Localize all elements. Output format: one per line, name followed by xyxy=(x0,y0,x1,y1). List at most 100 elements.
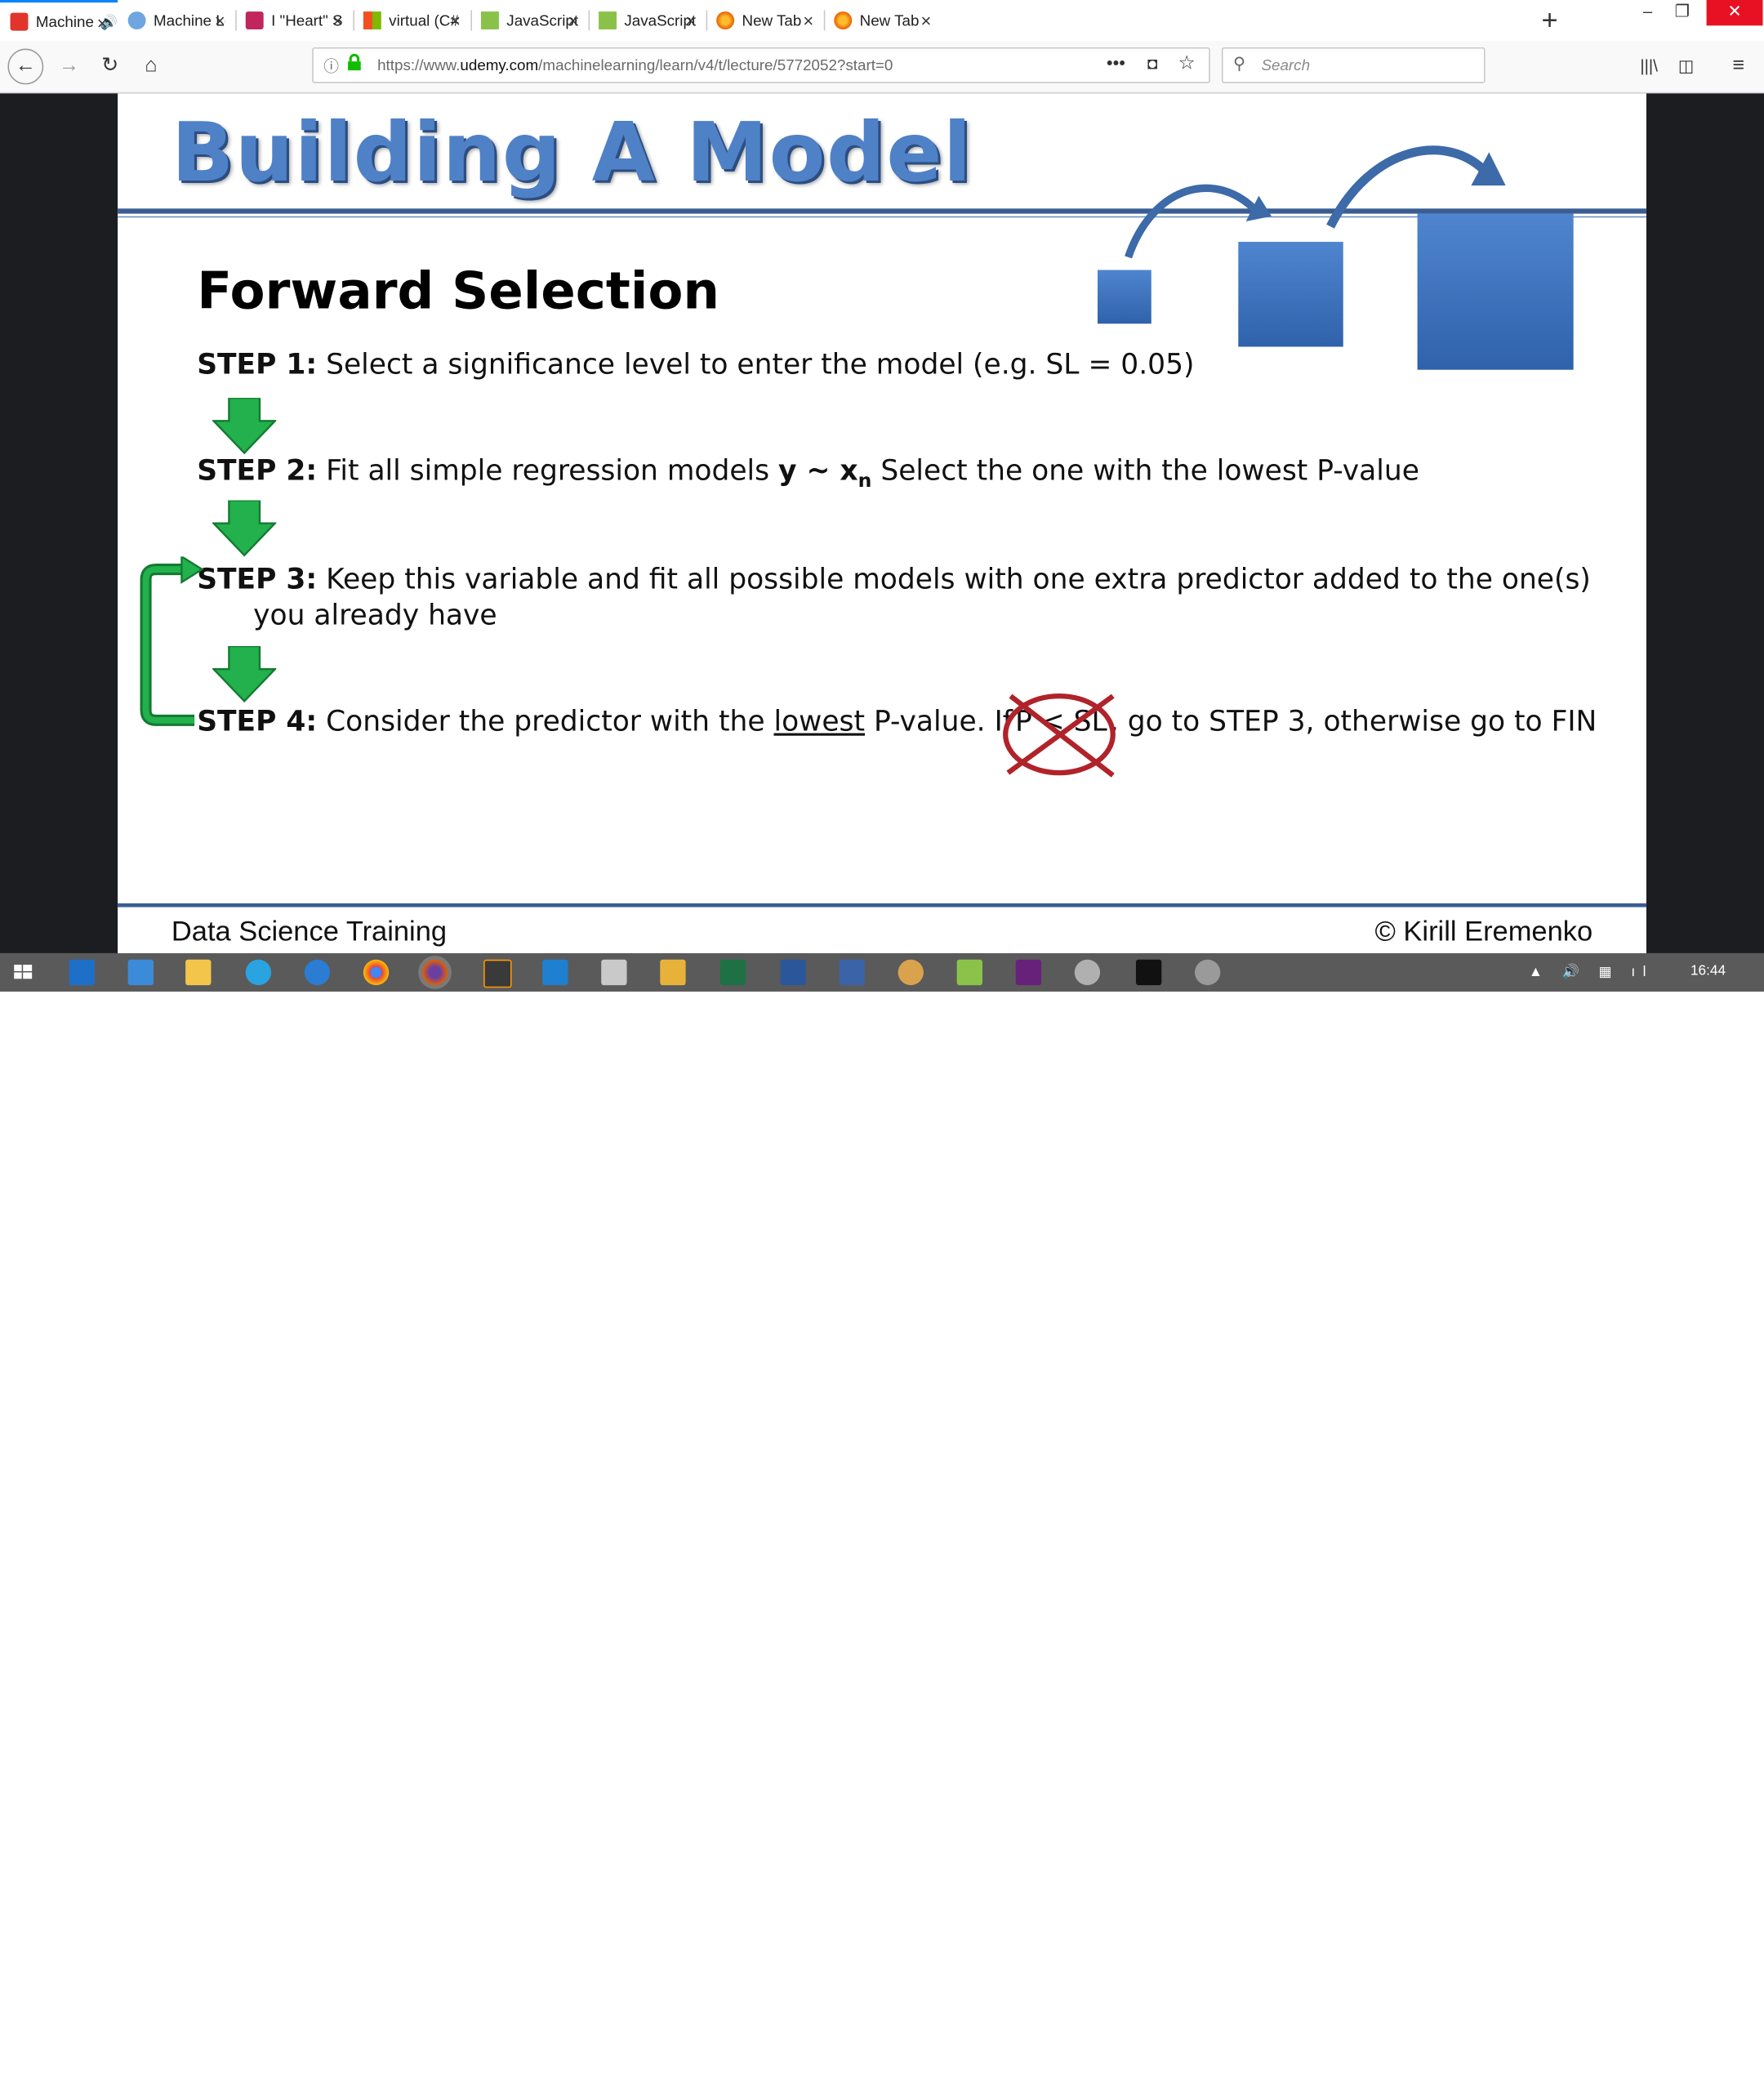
terminal-icon[interactable] xyxy=(1135,959,1162,986)
windows-taskbar: ▲ 🔊 ▦ ıl 16:44 xyxy=(0,952,1764,992)
info-icon[interactable]: ⓘ xyxy=(323,55,339,77)
slide-title: Building A Model xyxy=(171,106,973,201)
step-3-text-line1: Keep this variable and fit all possible … xyxy=(326,564,1591,596)
growing-model-graphic xyxy=(1097,145,1574,370)
close-tab-icon[interactable]: × xyxy=(685,11,696,31)
close-tab-icon[interactable]: × xyxy=(921,11,932,31)
tab-label: Machine Lea xyxy=(35,12,98,31)
search-input[interactable]: ⚲ Search xyxy=(1221,47,1486,83)
large-square xyxy=(1417,213,1574,370)
window-close-icon[interactable]: ✕ xyxy=(1706,0,1763,26)
step-4-underlined-lowest: lowest xyxy=(773,706,866,738)
edx-icon xyxy=(245,11,264,30)
printer-icon[interactable] xyxy=(601,959,627,986)
mail-icon[interactable] xyxy=(839,959,865,986)
close-tab-icon[interactable]: × xyxy=(450,11,461,31)
w3schools-icon xyxy=(480,11,499,30)
close-tab-icon[interactable]: × xyxy=(97,13,108,33)
tab-js-parseint[interactable]: JavaScript parseI × xyxy=(470,0,588,41)
menu-hamburger-icon[interactable]: ≡ xyxy=(1723,51,1754,82)
crossed-condition: P < SL xyxy=(1002,693,1116,778)
sidebar-icon[interactable]: ◫ xyxy=(1671,51,1702,82)
step-4-text-b: P-value. If xyxy=(873,706,1013,738)
step-4: STEP 4: Consider the predictor with the … xyxy=(197,693,1597,778)
system-tray[interactable]: ▲ 🔊 ▦ ıl xyxy=(1529,963,1654,980)
firefox-icon xyxy=(716,11,735,30)
close-tab-icon[interactable]: × xyxy=(803,11,813,31)
microsoft-icon xyxy=(363,11,381,30)
firefox-icon[interactable] xyxy=(418,956,452,989)
forward-arrow-icon[interactable]: → xyxy=(54,51,85,82)
bookmark-star-icon[interactable]: ☆ xyxy=(1178,51,1196,74)
navigation-toolbar: ← → ↻ ⌂ ⓘ https://www.udemy.com/machinel… xyxy=(0,41,1764,94)
spotify-icon[interactable] xyxy=(1195,959,1221,986)
excel-icon[interactable] xyxy=(719,959,746,986)
paint-icon[interactable] xyxy=(898,959,924,986)
footer-left-text: Data Science Training xyxy=(171,914,448,948)
step-2: STEP 2: Fit all simple regression models… xyxy=(197,456,1419,492)
down-arrow-icon xyxy=(212,398,277,455)
w3schools-icon xyxy=(599,11,617,30)
home-icon[interactable]: ⌂ xyxy=(136,51,167,82)
windows-start-icon[interactable] xyxy=(11,960,36,985)
folder-icon[interactable] xyxy=(660,959,686,986)
pocket-icon[interactable]: ◘ xyxy=(1147,54,1157,73)
tab-new-tab-2[interactable]: New Tab × xyxy=(824,0,942,41)
udemy-icon xyxy=(10,12,29,31)
tab-csharp-reference[interactable]: virtual (C# Refer × xyxy=(353,0,470,41)
close-tab-icon[interactable]: × xyxy=(332,11,343,31)
edge-icon[interactable] xyxy=(304,959,331,986)
search-placeholder: Search xyxy=(1261,56,1311,74)
library-icon[interactable]: |||\ xyxy=(1633,51,1664,82)
lock-icon[interactable] xyxy=(346,53,361,71)
medium-square xyxy=(1238,242,1343,347)
tab-machine-learning-active[interactable]: Machine Lea 🔊 × xyxy=(0,0,118,42)
step-1-label: STEP 1: xyxy=(197,349,318,381)
word-icon[interactable] xyxy=(780,959,806,986)
visual-studio-icon[interactable] xyxy=(1015,959,1042,986)
step-3-text-line2: you already have xyxy=(253,600,497,632)
close-tab-icon[interactable]: × xyxy=(568,11,578,31)
lecture-slide: Building A Model Forward Selection STEP … xyxy=(118,93,1646,953)
small-square xyxy=(1097,270,1152,324)
sublime-icon[interactable] xyxy=(483,959,512,988)
chat-icon xyxy=(127,11,146,30)
tab-js-number[interactable]: JavaScript Numb × xyxy=(589,0,706,41)
settings-icon[interactable] xyxy=(1074,959,1101,986)
step-2-formula: y ~ xn xyxy=(778,455,872,493)
url-bar[interactable]: ⓘ https://www.udemy.com/machinelearning/… xyxy=(312,47,1210,83)
reload-icon[interactable]: ↻ xyxy=(95,51,126,82)
chrome-icon[interactable] xyxy=(363,959,390,986)
tab-new-tab-1[interactable]: New Tab × xyxy=(706,0,824,41)
firefox-icon xyxy=(834,11,853,30)
file-explorer-icon[interactable] xyxy=(185,959,212,986)
footer-divider xyxy=(118,903,1646,907)
page-actions-icon[interactable]: ••• xyxy=(1107,52,1125,73)
skype-icon[interactable] xyxy=(245,959,272,986)
new-tab-plus-icon[interactable]: + xyxy=(1542,4,1558,38)
step-2-text-b: Select the one with the lowest P-value xyxy=(880,455,1419,488)
restore-icon[interactable]: ❐ xyxy=(1655,0,1709,25)
step-1: STEP 1: Select a significance level to e… xyxy=(197,350,1194,381)
step-1-text: Select a significance level to enter the… xyxy=(326,349,1195,381)
down-arrow-icon xyxy=(212,500,277,557)
tab-machine-learning-2[interactable]: Machine Learnin × xyxy=(118,0,235,41)
close-tab-icon[interactable]: × xyxy=(215,11,225,31)
step-3: STEP 3: Keep this variable and fit all p… xyxy=(197,563,1591,635)
step-4-text-c: , go to STEP 3, otherwise go to FIN xyxy=(1109,706,1597,738)
notepadpp-icon[interactable] xyxy=(956,959,982,986)
vscode-icon[interactable] xyxy=(542,959,568,986)
footer-right-text: © Kirill Eremenko xyxy=(1374,914,1593,948)
taskbar-clock[interactable]: 16:44 xyxy=(1690,963,1726,979)
step-2-text-a: Fit all simple regression models xyxy=(326,455,770,488)
tab-heart-stats[interactable]: I "Heart" Stats: L × xyxy=(235,0,353,41)
step-4-label: STEP 4: xyxy=(197,706,318,738)
step-2-label: STEP 2: xyxy=(197,455,318,488)
url-text: https://www.udemy.com/machinelearning/le… xyxy=(377,56,893,74)
step-4-text-a: Consider the predictor with the xyxy=(326,706,765,738)
outlook-icon[interactable] xyxy=(69,959,95,986)
back-arrow-icon[interactable]: ← xyxy=(7,48,44,85)
loop-back-arrow xyxy=(140,556,204,726)
remote-desktop-icon[interactable] xyxy=(127,959,154,986)
video-player[interactable]: Building A Model Forward Selection STEP … xyxy=(0,93,1764,953)
